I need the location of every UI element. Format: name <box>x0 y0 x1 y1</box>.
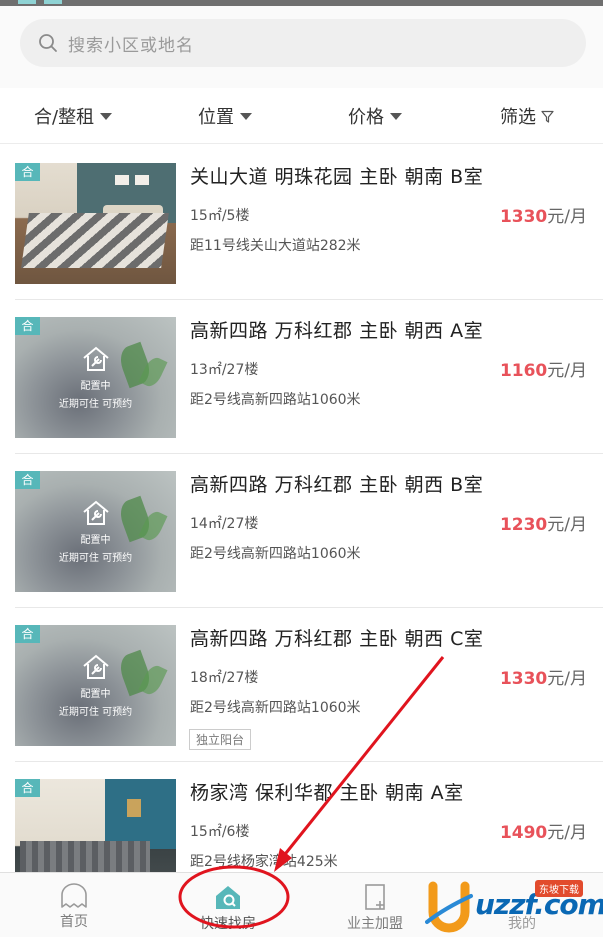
placeholder-note: 近期可住 可预约 <box>58 553 133 564</box>
search-header: 搜索小区或地名 <box>0 6 603 88</box>
house-wrench-icon <box>82 346 109 371</box>
filter-location[interactable]: 位置 <box>198 103 252 129</box>
placeholder-status: 配置中 <box>80 535 111 546</box>
price-unit: 元/月 <box>547 823 587 843</box>
house-search-icon <box>216 886 240 909</box>
listing-price: 1330元/月 <box>500 202 587 227</box>
price-amount: 1160 <box>499 361 548 381</box>
search-placeholder: 搜索小区或地名 <box>68 35 194 56</box>
listing-distance: 距11号线关山大道站282米 <box>190 238 361 254</box>
caret-down-icon <box>240 112 252 120</box>
price-amount: 1330 <box>499 669 548 689</box>
shared-badge: 合 <box>15 471 40 489</box>
status-tab-marker <box>18 0 36 4</box>
listing-price: 1230元/月 <box>500 510 587 535</box>
placeholder-overlay: 配置中 近期可住 可预约 <box>15 499 176 564</box>
listing-distance: 距2号线高新四路站1060米 <box>190 700 361 716</box>
placeholder-overlay: 配置中 近期可住 可预约 <box>15 345 176 410</box>
listing-title: 高新四路 万科红郡 主卧 朝西 B室 <box>190 474 484 496</box>
listing-title: 高新四路 万科红郡 主卧 朝西 A室 <box>190 320 484 342</box>
listing-price: 1490元/月 <box>500 818 587 843</box>
placeholder-overlay: 配置中 近期可住 可预约 <box>15 653 176 718</box>
listing-price: 1160元/月 <box>500 356 587 381</box>
shared-badge: 合 <box>15 317 40 335</box>
listing-photo: 合 <box>15 163 176 284</box>
tab-label-me[interactable]: 我的 <box>508 913 536 933</box>
filter-more[interactable]: 筛选 <box>500 103 554 129</box>
tab-home[interactable]: 首页 <box>34 873 114 937</box>
placeholder-note: 近期可住 可预约 <box>58 399 133 410</box>
listing-size-floor: 14㎡/27楼 <box>190 516 259 532</box>
bedroom-photo <box>15 163 176 284</box>
price-amount: 1230 <box>499 515 548 535</box>
placeholder-status: 配置中 <box>80 689 111 700</box>
price-unit: 元/月 <box>547 515 587 535</box>
filter-label: 价格 <box>348 107 384 128</box>
status-tab-marker <box>44 0 62 4</box>
listing-card[interactable]: 合 关山大道 明珠花园 主卧 朝南 B室 15㎡/5楼 距11号线关山大道站28… <box>15 146 603 300</box>
feature-tag: 独立阳台 <box>189 729 252 750</box>
filter-bar: 合/整租 位置 价格 筛选 <box>0 88 603 144</box>
placeholder-status: 配置中 <box>80 381 111 392</box>
caret-down-icon <box>390 112 402 120</box>
house-wrench-icon <box>82 500 109 525</box>
listing-photo: 配置中 近期可住 可预约 合 <box>15 625 176 746</box>
price-amount: 1490 <box>499 823 548 843</box>
price-unit: 元/月 <box>547 207 587 227</box>
listing-size-floor: 18㎡/27楼 <box>190 670 259 686</box>
price-unit: 元/月 <box>547 361 587 381</box>
filter-label: 位置 <box>198 107 234 128</box>
listing-price: 1330元/月 <box>500 664 587 689</box>
price-unit: 元/月 <box>547 669 587 689</box>
tab-owner-join[interactable]: 业主加盟 <box>334 873 416 937</box>
filter-label: 合/整租 <box>34 107 95 128</box>
tab-quick-search[interactable]: 快速找房 <box>183 873 273 937</box>
home-ghost-icon <box>61 883 87 908</box>
tab-label: 首页 <box>60 914 88 930</box>
shared-badge: 合 <box>15 625 40 643</box>
listing-size-floor: 15㎡/6楼 <box>190 824 250 840</box>
shared-badge: 合 <box>15 779 40 797</box>
shared-badge: 合 <box>15 163 40 181</box>
listing-card[interactable]: 配置中 近期可住 可预约 合 高新四路 万科红郡 主卧 朝西 A室 13㎡/27… <box>15 300 603 454</box>
listing-card[interactable]: 配置中 近期可住 可预约 合 高新四路 万科红郡 主卧 朝西 B室 14㎡/27… <box>15 454 603 608</box>
listing-distance: 距2号线杨家湾站425米 <box>190 854 338 870</box>
house-wrench-icon <box>82 654 109 679</box>
filter-label: 筛选 <box>500 107 536 128</box>
tab-label: 快速找房 <box>200 916 256 932</box>
caret-down-icon <box>100 112 113 120</box>
listing-title: 杨家湾 保利华都 主卧 朝南 A室 <box>190 782 464 804</box>
listing-distance: 距2号线高新四路站1060米 <box>190 546 361 562</box>
search-input[interactable]: 搜索小区或地名 <box>20 19 586 67</box>
listing-size-floor: 13㎡/27楼 <box>190 362 259 378</box>
uzzf-logo-icon <box>425 881 473 933</box>
watermark-sub: 东坡下载 <box>535 880 583 897</box>
listing-photo: 配置中 近期可住 可预约 合 <box>15 471 176 592</box>
listing-title: 关山大道 明珠花园 主卧 朝南 B室 <box>190 166 484 188</box>
funnel-icon <box>541 110 554 123</box>
listing-size-floor: 15㎡/5楼 <box>190 208 250 224</box>
listing-card[interactable]: 配置中 近期可住 可预约 合 高新四路 万科红郡 主卧 朝西 C室 18㎡/27… <box>15 608 603 762</box>
filter-rent-type[interactable]: 合/整租 <box>34 103 113 129</box>
filter-price[interactable]: 价格 <box>348 103 402 129</box>
price-amount: 1330 <box>499 207 548 227</box>
placeholder-note: 近期可住 可预约 <box>58 707 133 718</box>
listing-distance: 距2号线高新四路站1060米 <box>190 392 361 408</box>
listing-photo: 配置中 近期可住 可预约 合 <box>15 317 176 438</box>
owner-join-icon <box>365 884 385 910</box>
listing-title: 高新四路 万科红郡 主卧 朝西 C室 <box>190 628 484 650</box>
search-icon <box>39 34 57 52</box>
tab-label: 业主加盟 <box>347 916 403 932</box>
